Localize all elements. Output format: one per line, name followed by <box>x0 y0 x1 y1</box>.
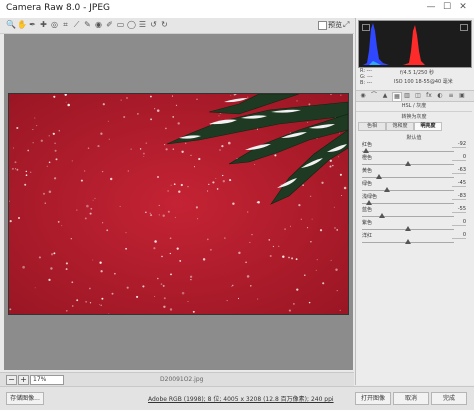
slider-thumb[interactable] <box>405 161 411 166</box>
convert-grayscale-checkbox[interactable]: 转换为灰度 <box>356 113 472 120</box>
slider-value-field[interactable]: -55 <box>452 206 466 213</box>
slider-thumb[interactable] <box>375 174 382 179</box>
straighten-icon[interactable]: ⟋ <box>72 20 81 30</box>
hsl-subtabs: 色相 饱和度 明亮度 <box>358 122 470 131</box>
effects-tab-icon[interactable]: fx <box>425 92 433 100</box>
preferences-icon[interactable]: ☰ <box>138 20 147 30</box>
slider-label: 紫色 <box>362 220 373 226</box>
red-channel <box>403 25 425 65</box>
panel-tabs: ◉ ⌒ ▲ ▦ ▥ ◫ fx ◐ ≡ ▣ <box>356 90 474 102</box>
targeted-adjustment-icon[interactable]: ◎ <box>50 20 59 30</box>
zoom-level-select[interactable]: 17% <box>30 375 64 385</box>
slider-value-field[interactable]: -83 <box>452 193 466 200</box>
camera-calibration-tab-icon[interactable]: ◐ <box>436 92 444 100</box>
slider-track[interactable] <box>362 190 454 191</box>
cancel-button[interactable]: 取消 <box>393 392 429 405</box>
slider-value-field[interactable]: 0 <box>452 154 466 161</box>
slider-track[interactable] <box>362 216 454 217</box>
lens-tab-icon[interactable]: ◫ <box>414 92 422 100</box>
tab-saturation[interactable]: 饱和度 <box>386 122 414 131</box>
slider-thumb[interactable] <box>405 226 411 231</box>
slider-track[interactable] <box>362 203 454 204</box>
spot-removal-icon[interactable]: ✎ <box>83 20 92 30</box>
zoom-icon[interactable]: 🔍 <box>6 20 16 30</box>
window-title: Camera Raw 8.0 - JPEG <box>6 3 110 13</box>
workflow-options-link[interactable]: Adobe RGB (1998); 8 位; 4005 x 3208 (12.8… <box>148 394 334 403</box>
tone-curve-tab-icon[interactable]: ⌒ <box>370 92 378 100</box>
detail-tab-icon[interactable]: ▲ <box>381 92 389 100</box>
slider-thumb[interactable] <box>366 200 373 205</box>
camera-raw-window: Camera Raw 8.0 - JPEG — ☐ ✕ 🔍 ✋ ✒ ✚ ◎ ⌗ ⟋ ✎ ◉ ✐ ▭ ◯… <box>0 0 474 410</box>
slider-value-field[interactable]: -63 <box>452 167 466 174</box>
highlight-clipping-icon[interactable] <box>460 24 468 31</box>
split-toning-tab-icon[interactable]: ▥ <box>403 92 411 100</box>
tab-hue[interactable]: 色相 <box>358 122 386 131</box>
slider-value-field[interactable]: 0 <box>452 232 466 239</box>
adjustment-brush-icon[interactable]: ✐ <box>105 20 114 30</box>
slider-value-field[interactable]: -92 <box>452 141 466 148</box>
slider-label: 红色 <box>362 142 373 148</box>
preview-canvas[interactable] <box>4 34 353 370</box>
histogram <box>358 20 472 68</box>
b-readout: B: --- <box>360 80 373 86</box>
preview-image <box>8 93 349 315</box>
minimize-button[interactable]: — <box>424 2 438 12</box>
preview-checkbox[interactable] <box>318 21 327 30</box>
default-link[interactable]: 默认值 <box>356 134 472 141</box>
snapshots-tab-icon[interactable]: ▣ <box>458 92 466 100</box>
slider-label: 绿色 <box>362 181 373 187</box>
done-button[interactable]: 完成 <box>431 392 467 405</box>
save-image-button[interactable]: 存储图像... <box>6 392 44 405</box>
shadow-clipping-icon[interactable] <box>362 24 370 31</box>
slider-label: 蓝色 <box>362 207 373 213</box>
slider-label: 洋红 <box>362 233 373 239</box>
rotate-cw-icon[interactable]: ↻ <box>160 20 169 30</box>
section-title: HSL / 灰度 <box>356 102 472 112</box>
status-bar: − + 17% D20091O2.jpg <box>0 372 354 386</box>
preview-label: 预览 <box>328 21 342 29</box>
basic-tab-icon[interactable]: ◉ <box>359 92 367 100</box>
zoom-out-button[interactable]: − <box>6 375 17 385</box>
slider-label: 浅绿色 <box>362 194 378 200</box>
slider-thumb[interactable] <box>362 148 369 153</box>
photo-svg <box>9 94 348 314</box>
bottom-bar: 存储图像... Adobe RGB (1998); 8 位; 4005 x 32… <box>0 386 474 410</box>
slider-thumb[interactable] <box>405 239 411 244</box>
close-button[interactable]: ✕ <box>456 2 470 12</box>
radial-filter-icon[interactable]: ◯ <box>127 20 136 30</box>
aperture-shutter: f/4.5 1/250 秒 <box>400 70 434 76</box>
white-balance-icon[interactable]: ✒ <box>28 20 37 30</box>
hand-icon[interactable]: ✋ <box>17 20 27 30</box>
zoom-in-button[interactable]: + <box>18 375 29 385</box>
slider-thumb[interactable] <box>379 213 386 218</box>
slider-value-field[interactable]: 0 <box>452 219 466 226</box>
color-sampler-icon[interactable]: ✚ <box>39 20 48 30</box>
title-bar: Camera Raw 8.0 - JPEG — ☐ ✕ <box>0 0 474 19</box>
filename-label: D20091O2.jpg <box>160 376 204 383</box>
graduated-filter-icon[interactable]: ▭ <box>116 20 125 30</box>
slider-track[interactable] <box>362 151 454 152</box>
slider-label: 橙色 <box>362 155 373 161</box>
crop-icon[interactable]: ⌗ <box>61 20 70 30</box>
tab-luminance[interactable]: 明亮度 <box>414 122 442 131</box>
histogram-svg <box>363 23 425 65</box>
maximize-button[interactable]: ☐ <box>440 2 454 12</box>
toolbar: 🔍 ✋ ✒ ✚ ◎ ⌗ ⟋ ✎ ◉ ✐ ▭ ◯ ☰ ↺ ↻ 预览 ⤢ <box>0 18 354 34</box>
slider-7[interactable]: 洋红 0 <box>362 232 466 248</box>
rotate-ccw-icon[interactable]: ↺ <box>149 20 158 30</box>
open-image-button[interactable]: 打开图像 <box>355 392 391 405</box>
hsl-tab-icon[interactable]: ▦ <box>392 92 402 102</box>
red-eye-icon[interactable]: ◉ <box>94 20 103 30</box>
presets-tab-icon[interactable]: ≡ <box>447 92 455 100</box>
iso-lens: ISO 100 18-55@40 毫米 <box>394 79 453 85</box>
adjustment-panel: R: --- G: --- B: --- f/4.5 1/250 秒 ISO 1… <box>355 18 474 385</box>
fullscreen-icon[interactable]: ⤢ <box>343 20 349 30</box>
slider-value-field[interactable]: -45 <box>452 180 466 187</box>
slider-label: 黄色 <box>362 168 373 174</box>
slider-thumb[interactable] <box>383 187 390 192</box>
